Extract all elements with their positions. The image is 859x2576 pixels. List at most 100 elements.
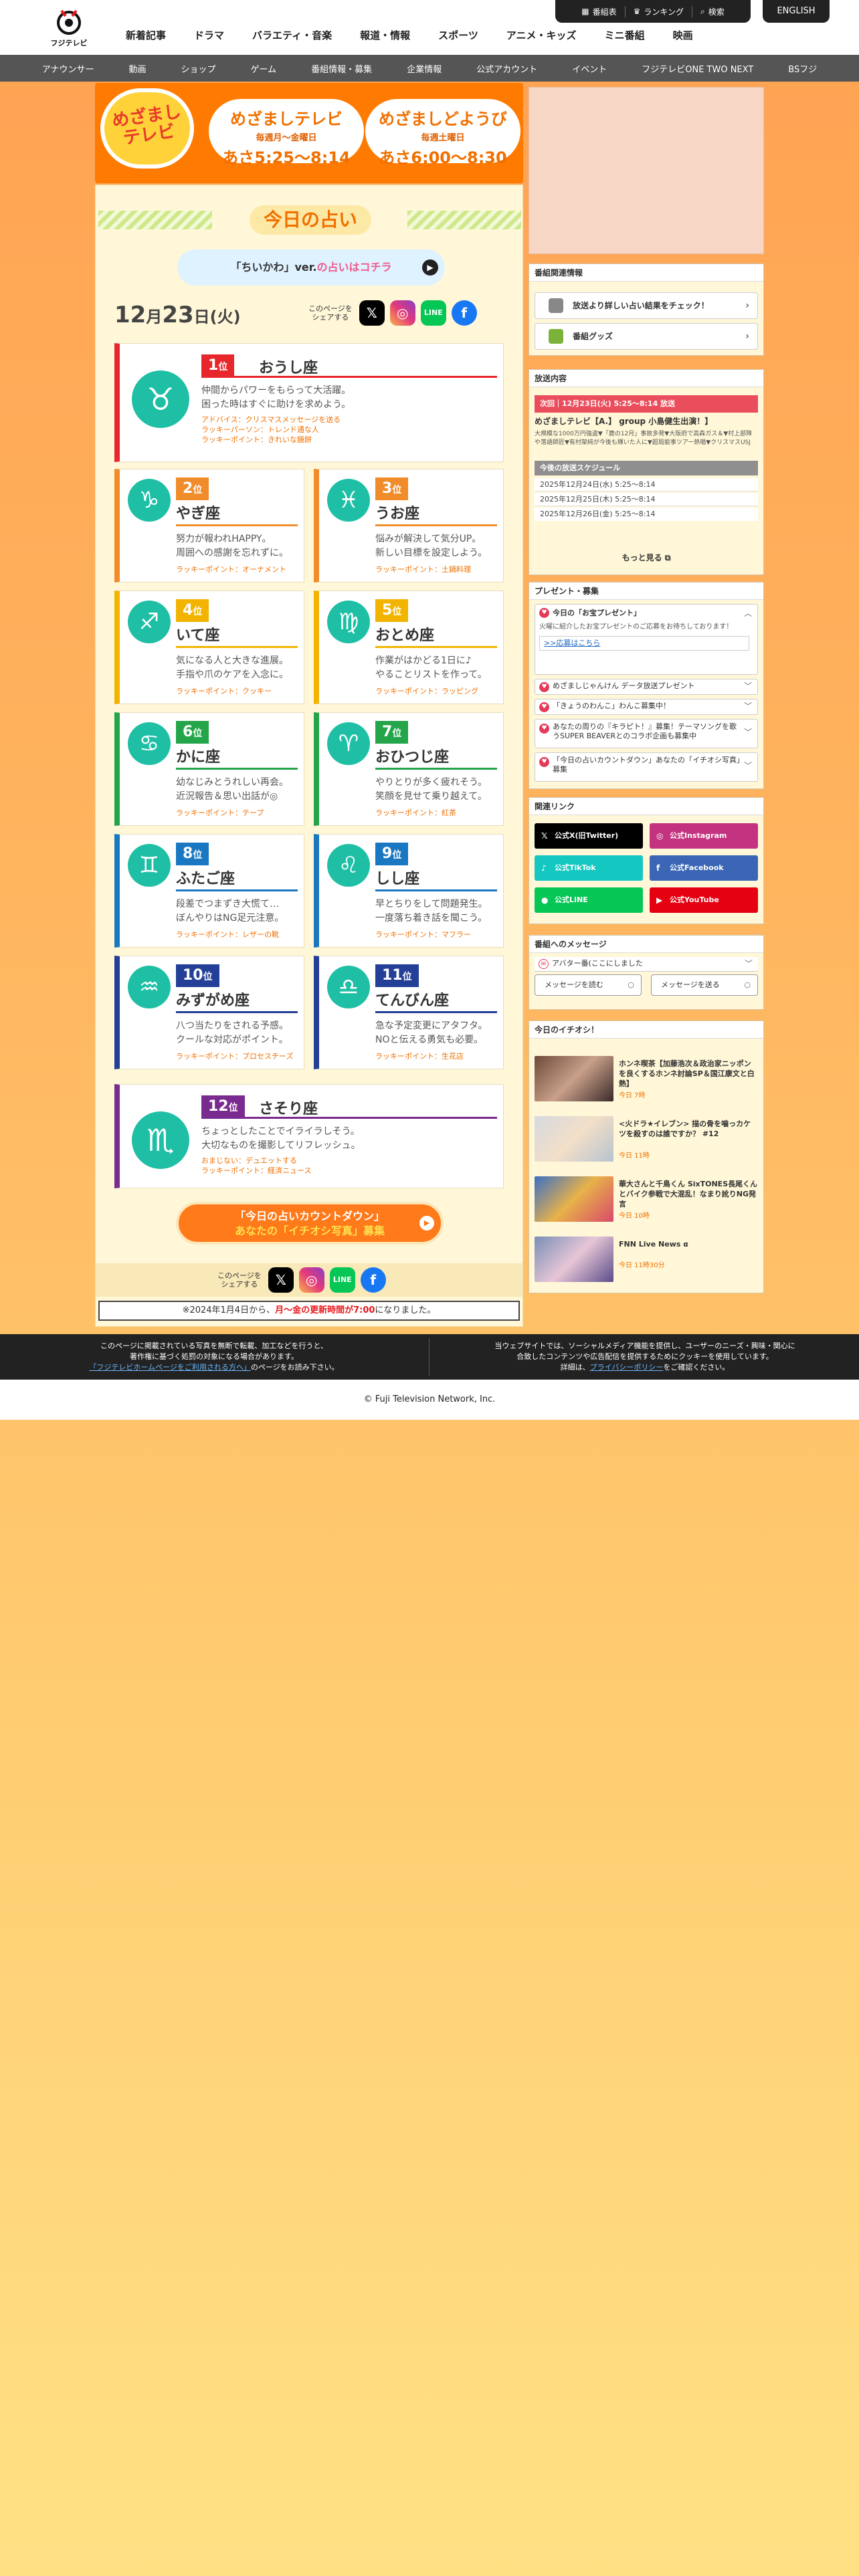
more-link[interactable]: もっと見る ⧉ bbox=[529, 552, 763, 563]
nav-item-variety[interactable]: バラエティ・音楽 bbox=[252, 28, 332, 42]
x-icon[interactable]: 𝕏 bbox=[268, 1267, 294, 1293]
gift-icon: ♥ bbox=[539, 682, 549, 692]
present-accordion-open[interactable]: ♥ ︿ 今日の「お宝プレゼント」 火曜に紹介したお宝プレゼントのご応募をお待ちして… bbox=[535, 604, 758, 675]
instagram-icon[interactable]: ◎ bbox=[298, 1267, 324, 1293]
privacy-policy-link[interactable]: プライバシーポリシー bbox=[590, 1363, 664, 1372]
sns-link[interactable]: 𝕏 公式X(旧Twitter) bbox=[535, 823, 643, 849]
present-item[interactable]: ♥ 「今日の占いカウントダウン」あなたの「イチオシ写真」募集 ﹀ bbox=[535, 752, 758, 782]
pick-item[interactable]: 華大さんと千鳥くん SixTONES長尾くんとバイク参戦で大混乱！なまり訛りNG… bbox=[535, 1176, 758, 1226]
sns-icon: 𝕏 bbox=[541, 831, 548, 841]
present-item[interactable]: ♥ あなたの周りの『キラピト！』募集！テーマソングを歌うSUPER BEAVERと… bbox=[535, 719, 758, 748]
facebook-icon[interactable]: f bbox=[451, 300, 477, 326]
circle-icon: ○ bbox=[628, 980, 634, 989]
sns-link[interactable]: ▶ 公式YouTube bbox=[650, 887, 758, 913]
lucky-info: ラッキーポイント：オーナメント bbox=[176, 565, 286, 574]
lucky-info: ラッキーポイント：レザーの靴 bbox=[176, 930, 279, 939]
sns-link[interactable]: ● 公式LINE bbox=[535, 887, 643, 913]
line-icon[interactable]: LINE bbox=[420, 300, 446, 326]
pick-item[interactable]: <火ドラ★イレブン> 描の骨を噛っカケツを殺すのは誰ですか？ #12 今日 11時 bbox=[535, 1116, 758, 1166]
lucky-info: おまじない：デュエットする ラッキーポイント：経済ニュース bbox=[201, 1156, 312, 1175]
subnav-bs-fuji[interactable]: BSフジ bbox=[788, 62, 817, 75]
global-nav: 新着記事 ドラマ バラエティ・音楽 報道・情報 スポーツ アニメ・キッズ ミニ番… bbox=[126, 28, 721, 42]
fortune-card-rank-12: ♏ 12位 さそり座 ちょっとしたことでイライラしそう。 大切なものを撮影してリフレッシ… bbox=[114, 1084, 504, 1188]
mezamashi-logo: めざましテレビ bbox=[100, 88, 194, 169]
zodiac-symbol-icon: ♈ bbox=[327, 722, 370, 765]
fortune-card-rank-8: ♊ 8位 ふたご座 段差でつまずき大慌て… ぼんやりはNG足元注意。 ラッキーポイント：レ… bbox=[114, 834, 304, 948]
ad-slot[interactable] bbox=[529, 87, 764, 254]
sub-nav: アナウンサー 動画 ショップ ゲーム 番組情報・募集 企業情報 公式アカウント … bbox=[0, 55, 859, 82]
pick-thumbnail bbox=[535, 1237, 613, 1282]
lucky-info: ラッキーポイント：テープ bbox=[176, 809, 264, 817]
fortune-card-rank-10: ♒ 10位 みずがめ座 八つ当たりをされる予感。 クールな対応がポイント。 ラッキーポイン… bbox=[114, 956, 304, 1069]
present-item[interactable]: ♥ めざましじゃんけん データ放送プレゼント ﹀ bbox=[535, 679, 758, 695]
nav-item-sports[interactable]: スポーツ bbox=[438, 28, 478, 42]
fortune-card-rank-6: ♋ 6位 かに座 幼なじみとうれしい再会。 近況報告＆思い出話が◎ ラッキーポイント：テー… bbox=[114, 712, 304, 826]
apply-link[interactable]: >>応募はこちら bbox=[539, 636, 749, 651]
nav-item-drama[interactable]: ドラマ bbox=[194, 28, 224, 42]
send-message-button[interactable]: メッセージを送る ○ bbox=[651, 974, 758, 996]
subnav-video[interactable]: 動画 bbox=[129, 62, 147, 75]
subnav-one-two-next[interactable]: フジテレビONE TWO NEXT bbox=[642, 62, 753, 75]
subnav-shop[interactable]: ショップ bbox=[181, 62, 216, 75]
zodiac-symbol-icon: ♑ bbox=[128, 479, 171, 522]
facebook-icon[interactable]: f bbox=[360, 1267, 386, 1293]
fortune-card-rank-5: ♍ 5位 おとめ座 作業がはかどる1日に♪ やることリストを作って。 ラッキーポイント：ラ… bbox=[314, 591, 504, 704]
detail-fortune-link[interactable]: 放送より詳しい占い結果をチェック！ › bbox=[535, 292, 758, 319]
program-banner[interactable]: めざましテレビ めざましテレビ 毎週月〜金曜日 あさ5:25〜8:14 めざまし… bbox=[95, 83, 523, 183]
sns-link[interactable]: f 公式Facebook bbox=[650, 855, 758, 881]
sign-name: おうし座 bbox=[259, 360, 318, 377]
nav-item-report[interactable]: 報道・情報 bbox=[360, 28, 410, 42]
pick-item[interactable]: FNN Live News α 今日 11時30分 bbox=[535, 1237, 758, 1286]
goods-link[interactable]: 番組グッズ › bbox=[535, 323, 758, 350]
pick-thumbnail bbox=[535, 1116, 613, 1162]
sns-link[interactable]: ◎ 公式Instagram bbox=[650, 823, 758, 849]
chevron-right-icon: › bbox=[745, 300, 749, 311]
lucky-info: アドバイス：クリスマスメッセージを送る ラッキーパーソン：トレンド通な人 ラッキーポ… bbox=[201, 415, 341, 444]
update-notice: ※2024年1月4日から、月〜金の更新時間が7:00になりました。 bbox=[98, 1301, 520, 1321]
search-link[interactable]: ⌕ 検索 bbox=[692, 6, 733, 17]
broadcast-desc: 大規模な1000万円強盗▼「鹿の12月」事故多発▼大阪府で高森ガス＆▼村上部隊や… bbox=[535, 431, 753, 446]
fortune-card-rank-1: ♉ 1位 おうし座 仲間からパワーをもらって大活躍。 困った時はすぐに助けを求めよう。ア… bbox=[114, 343, 504, 462]
sns-link[interactable]: ♪ 公式TikTok bbox=[535, 855, 643, 881]
instagram-icon[interactable]: ◎ bbox=[389, 300, 415, 326]
ranking-link[interactable]: ♛ ランキング bbox=[626, 5, 692, 17]
nav-item-movie[interactable]: 映画 bbox=[673, 28, 693, 42]
zodiac-symbol-icon: ♓ bbox=[327, 479, 370, 522]
schedule-row: 2025年12月24日(水) 5:25〜8:14 bbox=[535, 478, 758, 492]
x-icon[interactable]: 𝕏 bbox=[359, 300, 385, 326]
fortune-date: 12月23日(火) bbox=[114, 302, 241, 328]
subnav-event[interactable]: イベント bbox=[572, 62, 607, 75]
chevron-right-icon: › bbox=[745, 331, 749, 342]
tv-guide-link[interactable]: ▦ 番組表 bbox=[573, 5, 626, 17]
line-icon[interactable]: LINE bbox=[329, 1267, 355, 1293]
mail-icon: ✉ bbox=[539, 959, 549, 969]
avatar-accordion[interactable]: ✉ アバター番(ここにしました ﹀ bbox=[535, 957, 758, 972]
subnav-program-info[interactable]: 番組情報・募集 bbox=[311, 62, 372, 75]
english-button[interactable]: ENGLISH bbox=[763, 0, 830, 23]
sns-icon: ● bbox=[541, 895, 549, 905]
user-guide-link[interactable]: 「フジテレビホームページをご利用される方へ」 bbox=[89, 1363, 250, 1372]
countdown-photo-banner[interactable]: 「今日の占いカウントダウン」 あなたの「イチオシ写真」募集 ▶ bbox=[176, 1202, 444, 1245]
nav-item-news[interactable]: 新着記事 bbox=[126, 28, 166, 42]
chevron-down-icon: ﹀ bbox=[744, 959, 753, 968]
subnav-corporate[interactable]: 企業情報 bbox=[407, 62, 442, 75]
fortune-text: 気になる人と大きな進展。 手指や爪のケアを入念に。 bbox=[176, 655, 288, 680]
zodiac-symbol-icon: ♏ bbox=[132, 1111, 189, 1169]
nav-item-anime[interactable]: アニメ・キッズ bbox=[506, 28, 577, 42]
fortune-text: 仲間からパワーをもらって大活躍。 困った時はすぐに助けを求めよう。 bbox=[201, 385, 351, 410]
fortune-card-rank-2: ♑ 2位 やぎ座 努力が報われHAPPY。 周囲への感謝を忘れずに。 ラッキーポイント：オ… bbox=[114, 469, 304, 582]
lucky-info: ラッキーポイント：マフラー bbox=[375, 930, 471, 939]
fortune-text: 悩みが解決して気分UP。 新しい目標を設定しよう。 bbox=[375, 534, 488, 558]
subnav-announcer[interactable]: アナウンサー bbox=[42, 62, 94, 75]
chiikawa-fortune-link[interactable]: 「ちいかわ」ver.の占いはコチラ ▶ bbox=[177, 249, 445, 286]
nav-item-mini[interactable]: ミニ番組 bbox=[605, 28, 645, 42]
present-box: プレゼント・募集 ♥ ︿ 今日の「お宝プレゼント」 火曜に紹介したお宝プレゼントの… bbox=[529, 582, 764, 789]
pick-item[interactable]: ホンネ喫茶【加藤浩次＆政治家ニッポンを良くするホンネ討論SP＆国江康文と白熱】今… bbox=[535, 1056, 758, 1105]
subnav-official-accounts[interactable]: 公式アカウント bbox=[476, 62, 537, 75]
picks-box: 今日のイチオシ！ ホンネ喫茶【加藤浩次＆政治家ニッポンを良くするホンネ討論SP＆… bbox=[529, 1021, 764, 1293]
read-message-button[interactable]: メッセージを読む ○ bbox=[535, 974, 642, 996]
fuji-tv-logo[interactable]: フジテレビ bbox=[50, 7, 88, 48]
subnav-game[interactable]: ゲーム bbox=[251, 62, 277, 75]
chevron-down-icon: ﹀ bbox=[743, 702, 752, 711]
present-item[interactable]: ♥ 「きょうのわんこ」わんこ募集中！ ﹀ bbox=[535, 699, 758, 715]
